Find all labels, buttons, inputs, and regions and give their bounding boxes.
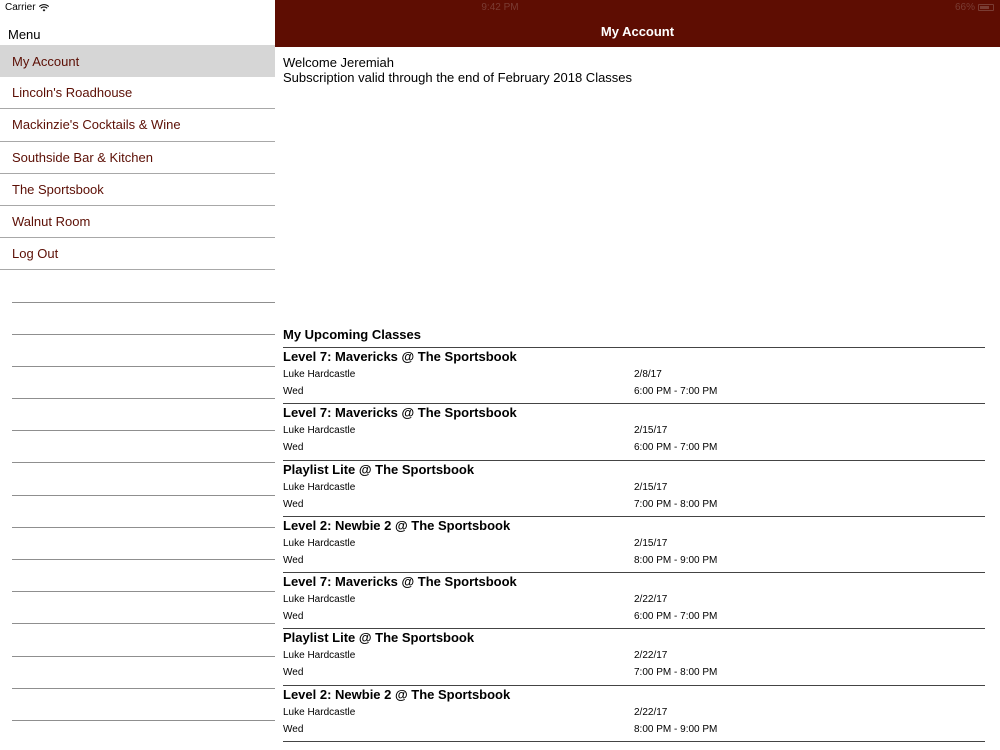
empty-menu-row — [12, 496, 275, 528]
menu-item-the-sportsbook[interactable]: The Sportsbook — [0, 174, 275, 206]
menu-item-lincolns-roadhouse[interactable]: Lincoln's Roadhouse — [0, 77, 275, 110]
menu-item-my-account[interactable]: My Account — [0, 45, 275, 78]
class-date: 2/22/17 — [634, 594, 668, 606]
wifi-icon — [38, 3, 49, 11]
class-list: Level 7: Mavericks @ The Sportsbook Luke… — [283, 348, 985, 743]
class-day: Wed — [283, 554, 304, 566]
class-instructor: Luke Hardcastle — [283, 706, 356, 718]
empty-menu-row — [12, 624, 275, 657]
class-time: 6:00 PM - 7:00 PM — [634, 442, 718, 454]
welcome-text: Welcome Jeremiah — [283, 55, 395, 70]
empty-menu-row — [12, 399, 275, 432]
menu-item-label: Southside Bar & Kitchen — [12, 149, 153, 165]
menu-item-walnut-room[interactable]: Walnut Room — [0, 206, 275, 239]
status-time: 9:42 PM — [481, 2, 519, 13]
class-date: 2/22/17 — [634, 706, 668, 718]
account-info: Welcome Jeremiah Subscription valid thro… — [283, 55, 632, 85]
class-day: Wed — [283, 723, 304, 735]
menu-item-southside-bar[interactable]: Southside Bar & Kitchen — [0, 142, 275, 174]
class-time: 7:00 PM - 8:00 PM — [634, 667, 718, 679]
class-day: Wed — [283, 667, 304, 679]
main-content: 9:42 PM 66% My Account Welcome Jeremiah … — [275, 0, 1000, 750]
upcoming-classes-title: My Upcoming Classes — [283, 327, 421, 342]
class-title: Level 7: Mavericks @ The Sportsbook — [283, 349, 517, 364]
class-time: 7:00 PM - 8:00 PM — [634, 498, 718, 510]
class-date: 2/8/17 — [634, 369, 662, 380]
nav-bar: 9:42 PM 66% My Account — [275, 0, 1000, 47]
menu-item-label: My Account — [12, 53, 80, 69]
class-instructor: Luke Hardcastle — [283, 537, 356, 549]
class-row[interactable]: Level 2: Newbie 2 @ The Sportsbook Luke … — [283, 517, 985, 574]
menu-item-label: Walnut Room — [12, 214, 91, 230]
class-instructor: Luke Hardcastle — [283, 650, 356, 662]
empty-menu-row — [12, 463, 275, 496]
empty-menu-row — [12, 367, 275, 400]
class-time: 6:00 PM - 7:00 PM — [634, 386, 718, 397]
empty-menu-row — [12, 270, 275, 303]
menu-item-label: The Sportsbook — [12, 181, 104, 197]
class-instructor: Luke Hardcastle — [283, 594, 356, 606]
carrier-label: Carrier — [5, 2, 36, 13]
class-row[interactable]: Level 7: Mavericks @ The Sportsbook Luke… — [283, 404, 985, 461]
class-row[interactable]: Level 2: Newbie 2 @ The Sportsbook Luke … — [283, 686, 985, 743]
class-row[interactable]: Level 7: Mavericks @ The Sportsbook Luke… — [283, 348, 985, 405]
empty-menu-row — [12, 560, 275, 593]
class-time: 6:00 PM - 7:00 PM — [634, 611, 718, 623]
class-instructor: Luke Hardcastle — [283, 425, 356, 437]
class-date: 2/22/17 — [634, 650, 668, 662]
status-bar-right: 66% — [955, 2, 994, 13]
sidebar-menu: Carrier Menu My Account Lincoln's Roadho… — [0, 0, 275, 750]
class-title: Playlist Lite @ The Sportsbook — [283, 461, 475, 477]
class-day: Wed — [283, 442, 304, 454]
menu-title: Menu — [8, 27, 41, 42]
menu-item-label: Lincoln's Roadhouse — [12, 85, 133, 101]
empty-menu-row — [12, 335, 275, 367]
empty-menu-row — [12, 431, 275, 464]
class-title: Level 7: Mavericks @ The Sportsbook — [283, 574, 517, 590]
battery-percent: 66% — [954, 2, 975, 13]
empty-menu-row — [12, 592, 275, 625]
class-row[interactable]: Playlist Lite @ The Sportsbook Luke Hard… — [283, 461, 985, 517]
status-bar-left: Carrier — [5, 2, 49, 13]
class-instructor: Luke Hardcastle — [283, 481, 356, 493]
menu-item-label: Log Out — [12, 246, 59, 262]
subscription-text: Subscription valid through the end of Fe… — [283, 70, 633, 85]
menu-item-mackinzies-cocktails[interactable]: Mackinzie's Cocktails & Wine — [0, 109, 275, 142]
class-date: 2/15/17 — [634, 537, 668, 549]
empty-menu-rows — [0, 270, 275, 721]
class-instructor: Luke Hardcastle — [283, 369, 356, 380]
empty-menu-row — [12, 528, 275, 560]
class-title: Level 7: Mavericks @ The Sportsbook — [283, 405, 517, 421]
class-title: Playlist Lite @ The Sportsbook — [283, 630, 475, 646]
empty-menu-row — [12, 303, 275, 335]
page-title: My Account — [600, 24, 675, 39]
class-title: Level 2: Newbie 2 @ The Sportsbook — [283, 517, 511, 533]
class-time: 8:00 PM - 9:00 PM — [634, 723, 718, 735]
class-date: 2/15/17 — [634, 425, 668, 437]
class-time: 8:00 PM - 9:00 PM — [634, 554, 718, 566]
menu-item-log-out[interactable]: Log Out — [0, 238, 275, 271]
battery-icon — [978, 4, 994, 11]
class-day: Wed — [283, 611, 304, 623]
class-date: 2/15/17 — [634, 481, 668, 493]
menu-item-label: Mackinzie's Cocktails & Wine — [12, 117, 181, 133]
menu-list: My Account Lincoln's Roadhouse Mackinzie… — [0, 45, 275, 721]
class-day: Wed — [283, 498, 304, 510]
empty-menu-row — [12, 689, 275, 721]
empty-menu-row — [12, 657, 275, 689]
class-title: Level 2: Newbie 2 @ The Sportsbook — [283, 686, 511, 702]
class-row[interactable]: Playlist Lite @ The Sportsbook Luke Hard… — [283, 629, 985, 686]
class-day: Wed — [283, 386, 304, 397]
class-row[interactable]: Level 7: Mavericks @ The Sportsbook Luke… — [283, 573, 985, 630]
